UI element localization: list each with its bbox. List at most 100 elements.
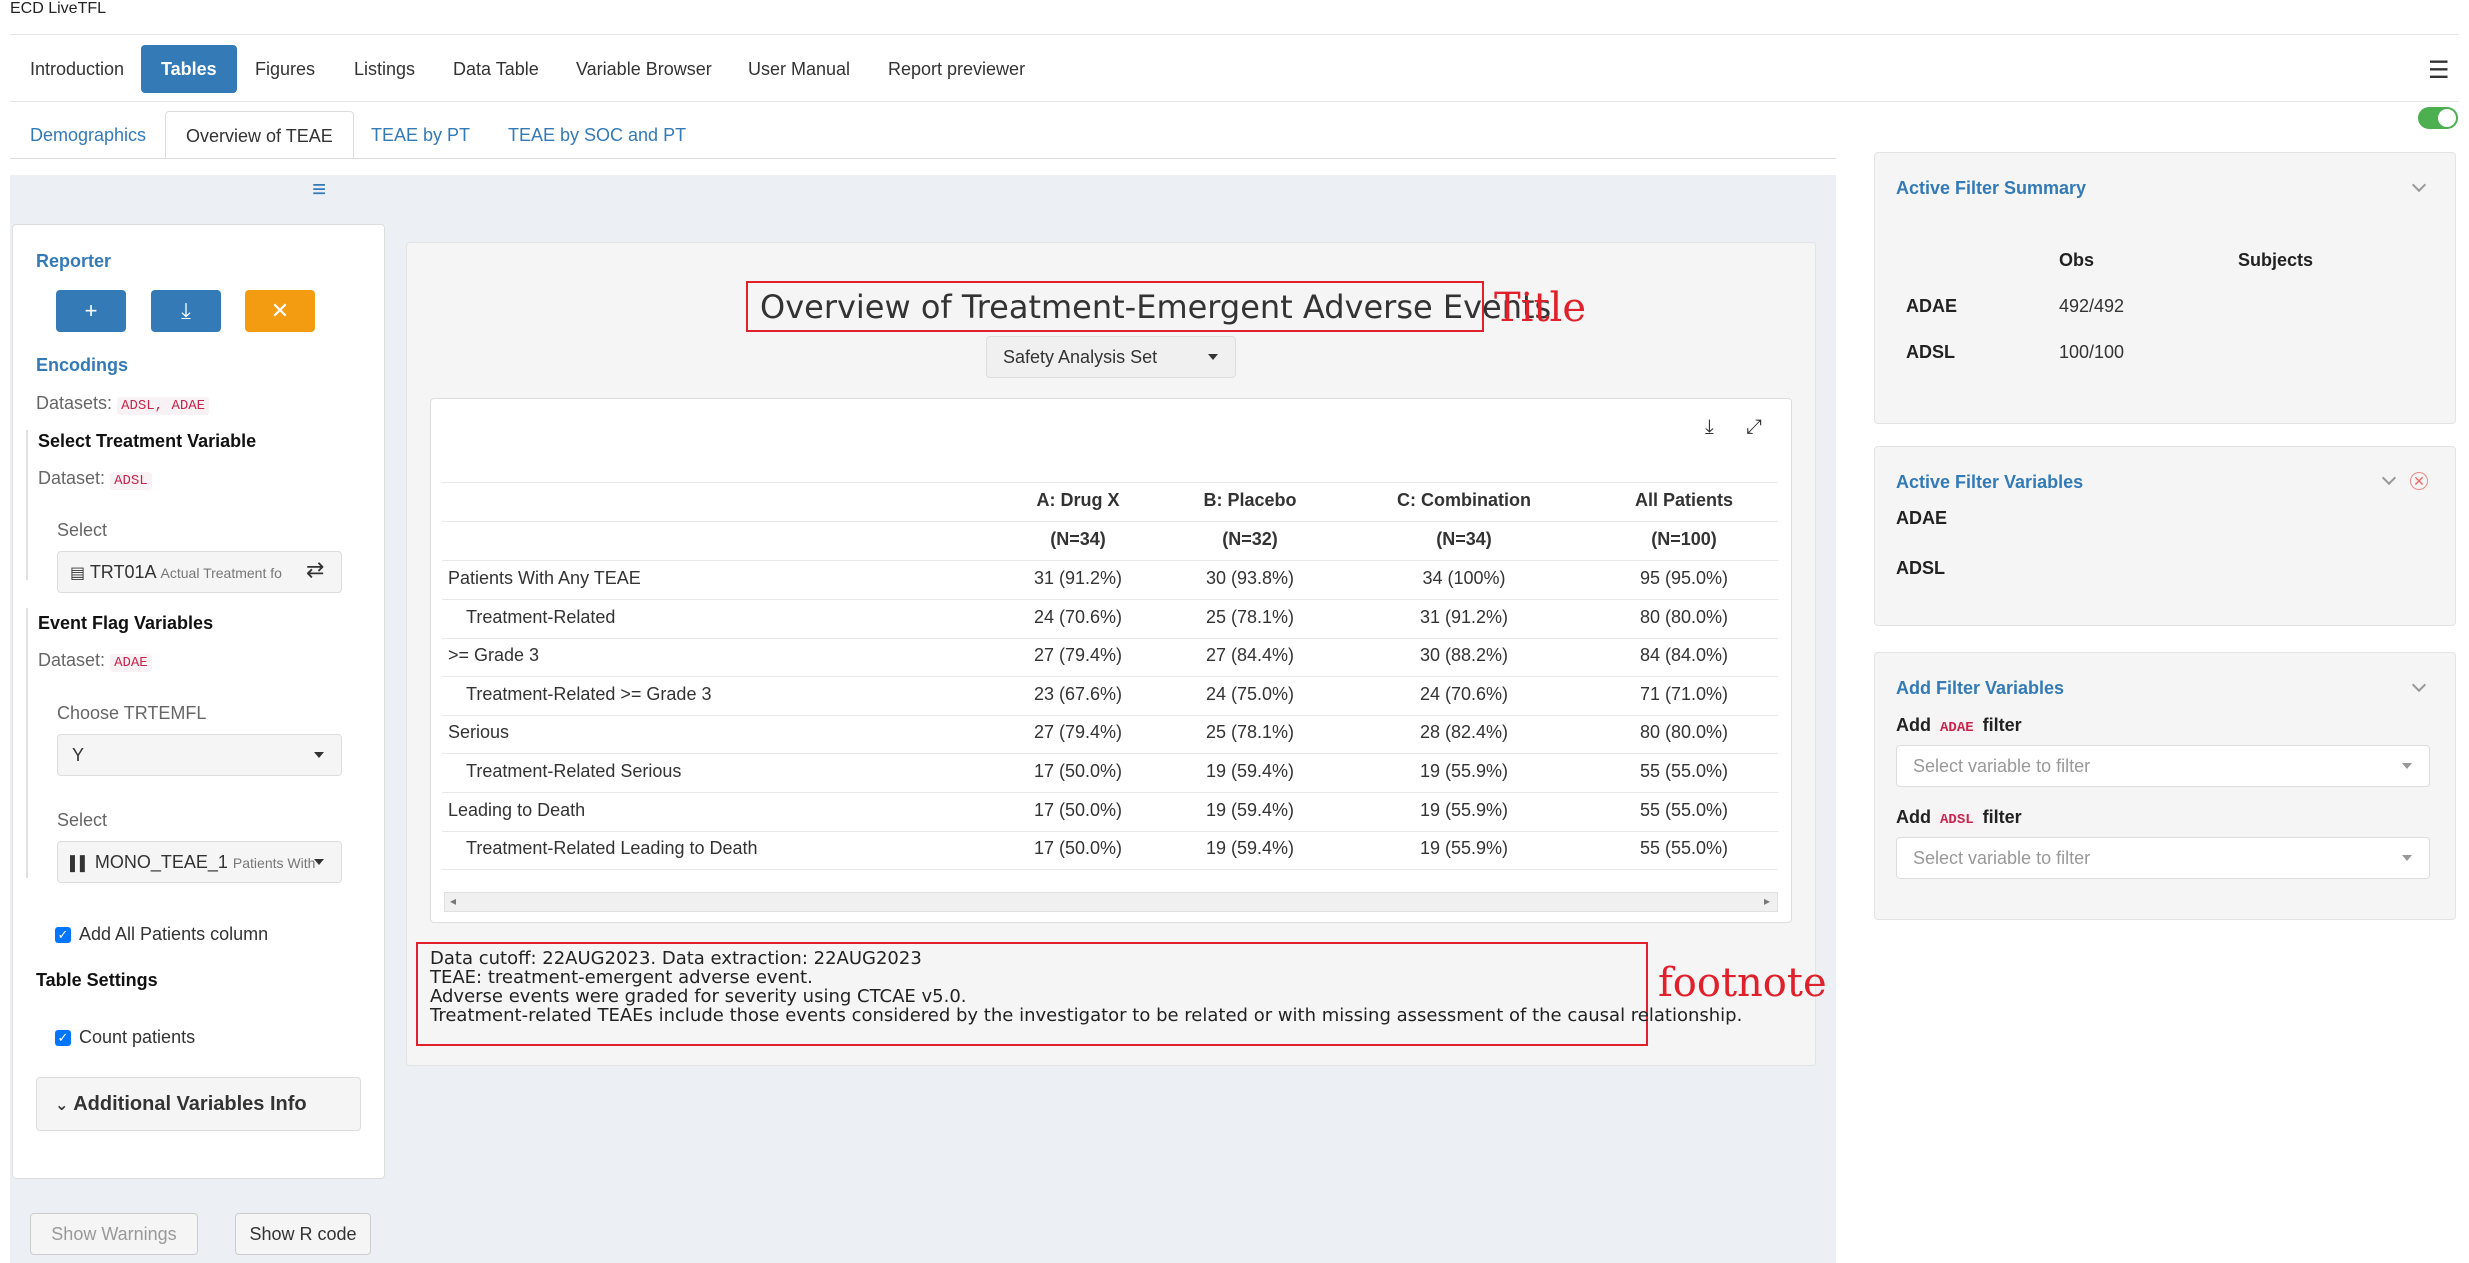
table-cell: 95 (95.0%) bbox=[1639, 568, 1729, 588]
add-filter-label: Add ADAE filter bbox=[1896, 715, 2022, 737]
table-cell: 19 (59.4%) bbox=[1205, 800, 1295, 820]
subjects-header: Subjects bbox=[2238, 250, 2314, 270]
table-cell: 19 (55.9%) bbox=[1419, 761, 1509, 781]
filter-dataset-name: ADSL bbox=[1896, 558, 1945, 578]
table-cell: 80 (80.0%) bbox=[1639, 607, 1729, 627]
dataset-label-text: Dataset: bbox=[38, 468, 106, 488]
adsl-filter-select[interactable]: Select variable to filter bbox=[1896, 837, 2430, 879]
count-patients-label: Count patients bbox=[79, 1027, 196, 1047]
tab-teae-by-soc-and-pt[interactable]: TEAE by SOC and PT bbox=[488, 111, 706, 159]
section-divider bbox=[26, 608, 28, 878]
section-divider bbox=[26, 430, 28, 580]
add-filter-variables-title[interactable]: Add Filter Variables bbox=[1896, 678, 2064, 699]
event-flag-heading: Event Flag Variables bbox=[38, 613, 214, 633]
footnote-line: Data cutoff: 22AUG2023. Data extraction:… bbox=[430, 948, 922, 969]
active-filter-summary-title[interactable]: Active Filter Summary bbox=[1896, 178, 2086, 199]
add-all-patients-checkbox[interactable]: ✓ bbox=[55, 927, 71, 943]
column-n: (N=100) bbox=[1651, 529, 1717, 549]
treatment-variable-select[interactable]: ▤ TRT01A Actual Treatment fo bbox=[57, 551, 342, 593]
population-select[interactable]: Safety Analysis Set bbox=[986, 336, 1236, 378]
tab-underline bbox=[10, 158, 1836, 159]
swap-icon[interactable]: ⇄ bbox=[306, 557, 324, 583]
treatment-select-label: Select bbox=[57, 520, 108, 540]
filter-word: filter bbox=[1982, 807, 2022, 827]
table-row-divider bbox=[442, 869, 1778, 870]
additional-variables-info-button[interactable]: ⌄ Additional Variables Info bbox=[36, 1077, 361, 1131]
table-cell: 30 (93.8%) bbox=[1205, 568, 1295, 588]
summary-dataset-name: ADSL bbox=[1906, 342, 1955, 362]
select-treatment-heading: Select Treatment Variable bbox=[38, 431, 257, 451]
tab-demographics[interactable]: Demographics bbox=[10, 111, 166, 159]
nav-introduction[interactable]: Introduction bbox=[10, 45, 144, 93]
row-label: Treatment-Related bbox=[466, 607, 616, 627]
table-cell: 19 (59.4%) bbox=[1205, 838, 1295, 858]
row-label: Patients With Any TEAE bbox=[448, 568, 641, 588]
adae-filter-select[interactable]: Select variable to filter bbox=[1896, 745, 2430, 787]
expand-icon[interactable]: ⤢ bbox=[1746, 416, 1762, 439]
choose-trtemfl-label: Choose TRTEMFL bbox=[57, 703, 207, 723]
table-settings-heading: Table Settings bbox=[36, 970, 158, 990]
table-cell: 55 (55.0%) bbox=[1639, 838, 1729, 858]
row-label: >= Grade 3 bbox=[448, 645, 540, 665]
add-card-button[interactable]: + bbox=[56, 290, 126, 332]
table-cell: 25 (78.1%) bbox=[1205, 722, 1295, 742]
event-dataset-label: Dataset: ADAE bbox=[38, 650, 152, 672]
active-filter-variables-title[interactable]: Active Filter Variables bbox=[1896, 472, 2083, 493]
tab-overview-of-teae[interactable]: Overview of TEAE bbox=[165, 111, 354, 159]
add-filter-label: Add ADSL filter bbox=[1896, 807, 2022, 829]
table-divider bbox=[442, 482, 1778, 483]
table-cell: 84 (84.0%) bbox=[1639, 645, 1729, 665]
variable-type-icon: ▤ bbox=[70, 565, 86, 582]
filter-dataset-name: ADAE bbox=[1896, 508, 1948, 528]
obs-header: Obs bbox=[2059, 250, 2095, 270]
nav-figures[interactable]: Figures bbox=[235, 45, 335, 93]
encodings-label: Encodings bbox=[36, 355, 129, 375]
chevron-down-icon bbox=[2402, 855, 2412, 861]
download-icon[interactable]: ⤓ bbox=[151, 290, 221, 332]
chevron-down-icon bbox=[1208, 354, 1218, 360]
table-divider bbox=[442, 560, 1778, 561]
nav-variable-browser[interactable]: Variable Browser bbox=[556, 45, 732, 93]
sidebar-toggle-icon[interactable]: ≡ bbox=[312, 176, 326, 204]
filter-word: filter bbox=[1982, 715, 2022, 735]
app-title: ECD LiveTFL bbox=[10, 0, 107, 17]
summary-dataset-name: ADAE bbox=[1906, 296, 1958, 316]
horizontal-scrollbar[interactable] bbox=[444, 892, 1778, 912]
chevron-down-icon bbox=[2402, 763, 2412, 769]
trtemfl-select[interactable]: Y bbox=[57, 734, 342, 776]
column-header: B: Placebo bbox=[1203, 490, 1297, 510]
row-label: Treatment-Related Serious bbox=[466, 761, 682, 781]
download-icon[interactable]: ⤓ bbox=[1705, 416, 1714, 439]
event-dataset-badge: ADAE bbox=[110, 654, 152, 672]
scroll-right-icon[interactable]: ▸ bbox=[1764, 894, 1770, 908]
nav-tables[interactable]: Tables bbox=[141, 45, 237, 93]
nav-report-previewer[interactable]: Report previewer bbox=[868, 45, 1045, 93]
chevron-down-icon bbox=[314, 752, 324, 758]
column-header: A: Drug X bbox=[1036, 490, 1120, 510]
show-r-code-button[interactable]: Show R code bbox=[235, 1213, 371, 1255]
nav-user-manual[interactable]: User Manual bbox=[728, 45, 870, 93]
table-cell: 23 (67.6%) bbox=[1033, 684, 1123, 704]
nav-data-table[interactable]: Data Table bbox=[433, 45, 559, 93]
table-cell: 34 (100%) bbox=[1422, 568, 1506, 588]
event-variable-select[interactable]: ▌▌ MONO_TEAE_1 Patients With bbox=[57, 841, 342, 883]
table-cell: 19 (55.9%) bbox=[1419, 838, 1509, 858]
show-warnings-button[interactable]: Show Warnings bbox=[30, 1213, 198, 1255]
nav-listings[interactable]: Listings bbox=[334, 45, 435, 93]
additional-info-label: Additional Variables Info bbox=[73, 1093, 307, 1115]
report-title: Overview of Treatment-Emergent Adverse E… bbox=[760, 288, 1552, 326]
table-cell: 55 (55.0%) bbox=[1639, 761, 1729, 781]
reset-button[interactable]: ✕ bbox=[245, 290, 315, 332]
count-patients-checkbox[interactable]: ✓ bbox=[55, 1030, 71, 1046]
table-cell: 19 (59.4%) bbox=[1205, 761, 1295, 781]
table-cell: 24 (70.6%) bbox=[1419, 684, 1509, 704]
tab-teae-by-pt[interactable]: TEAE by PT bbox=[351, 111, 490, 159]
clear-filters-icon[interactable]: ✕ bbox=[2410, 472, 2428, 490]
hamburger-menu-icon[interactable]: ☰ bbox=[2428, 56, 2450, 85]
column-n: (N=34) bbox=[1436, 529, 1492, 549]
column-header: C: Combination bbox=[1397, 490, 1531, 510]
footnote-line: Treatment-related TEAEs include those ev… bbox=[430, 1005, 1743, 1026]
scroll-left-icon[interactable]: ◂ bbox=[450, 894, 456, 908]
row-label: Treatment-Related Leading to Death bbox=[466, 838, 758, 858]
event-var-desc: Patients With bbox=[232, 855, 316, 871]
